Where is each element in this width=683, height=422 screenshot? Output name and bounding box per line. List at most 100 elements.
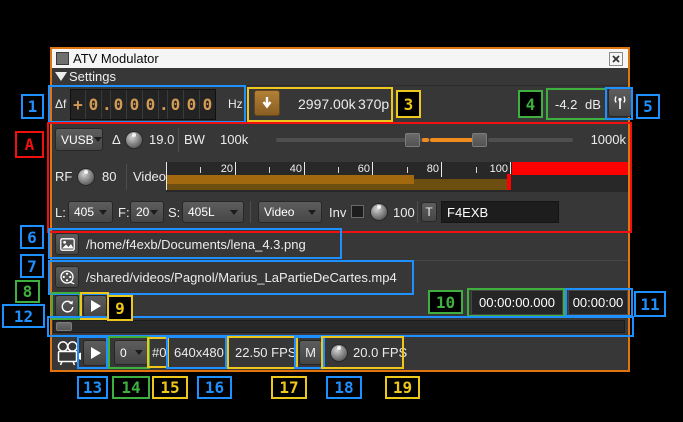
video-position-display: 00:00:00.000	[471, 290, 563, 315]
video-level-meter: 20 40 60 80 100	[166, 162, 628, 192]
opp-bw-value: 1000k	[586, 132, 626, 147]
uniform-level-dial[interactable]	[370, 203, 388, 221]
rf-power-dial[interactable]	[77, 168, 95, 186]
callout-label-16: 16	[197, 376, 232, 399]
fps-label: F:	[118, 205, 130, 220]
settings-bar[interactable]: Settings	[52, 68, 628, 86]
callout-label-1: 1	[21, 94, 44, 119]
frequency-digit[interactable]: 000	[200, 90, 215, 119]
divider	[178, 128, 179, 152]
divider	[250, 201, 251, 223]
chevron-down-icon	[99, 210, 107, 215]
rf-bw-slider-handle[interactable]	[405, 133, 420, 147]
camera-fps: 22.50 FPS	[235, 345, 296, 360]
input-source-select[interactable]: Video	[258, 201, 322, 223]
open-video-button[interactable]	[55, 266, 79, 288]
frequency-separator: .	[102, 90, 111, 119]
callout-label-7: 7	[20, 254, 44, 278]
manual-fps-toggle-button[interactable]: M	[299, 340, 322, 365]
meter-tick-label: 20	[207, 163, 233, 175]
fps-value: 20	[136, 205, 149, 219]
input-source-value: Video	[264, 205, 294, 219]
meter-tick-label: 60	[344, 163, 370, 175]
loop-icon	[60, 299, 75, 314]
overlay-text-input[interactable]	[441, 201, 559, 223]
divider	[126, 164, 127, 190]
frequency-dial[interactable]: +++ 000 . 000 000 000 . 000 000 000	[70, 89, 216, 120]
seek-slider[interactable]	[53, 320, 625, 333]
manual-fps-dial[interactable]	[330, 344, 348, 362]
points-value: 370p	[358, 96, 389, 112]
title-bar[interactable]: ATV Modulator	[52, 49, 628, 68]
camera-row: 0 #0 640x480 22.50 FPS M 20.0 FPS	[52, 336, 628, 370]
callout-label-18: 18	[326, 376, 362, 399]
callout-label-12: 12	[2, 304, 45, 328]
seek-row	[52, 319, 628, 335]
transport-row: 00:00:00.000 00:00:00	[52, 290, 628, 317]
meter-tick-label: 100	[482, 163, 508, 175]
modulation-row: VUSB Δ 19.0 BW 100k 1000k	[52, 124, 628, 158]
collapse-icon	[55, 72, 67, 81]
seek-slider-handle[interactable]	[56, 322, 72, 331]
channel-power-unit: dB	[585, 97, 601, 112]
modulation-mode-value: VUSB	[61, 133, 94, 147]
image-icon	[60, 238, 75, 251]
meter-overload-zone	[512, 162, 628, 175]
modulation-mode-select[interactable]: VUSB	[55, 128, 103, 151]
frequency-digit[interactable]: 000	[184, 90, 200, 119]
callout-label-5: 5	[636, 94, 660, 119]
frequency-digit[interactable]: 000	[168, 90, 184, 119]
chevron-down-icon	[150, 210, 158, 215]
callout-label-9: 9	[107, 295, 133, 321]
image-path: /home/f4exb/Documents/lena_4.3.png	[86, 237, 306, 252]
play-icon	[91, 300, 101, 312]
callout-label-15: 15	[152, 376, 188, 399]
chevron-down-icon	[230, 210, 238, 215]
channel-rate-value: 2997.00k	[298, 96, 356, 112]
atv-modulator-window: ATV Modulator Settings Δf +++ 000 . 000 …	[50, 47, 630, 372]
frequency-digit[interactable]: 000	[86, 90, 102, 119]
close-icon[interactable]	[609, 52, 623, 66]
uniform-level-value: 100	[393, 205, 415, 220]
camera-device-select[interactable]: 0	[114, 340, 149, 365]
divider	[417, 201, 418, 223]
frequency-sign[interactable]: +++	[71, 90, 86, 119]
frequency-digit[interactable]: 000	[143, 90, 159, 119]
play-camera-button[interactable]	[83, 340, 107, 366]
open-image-button[interactable]	[55, 233, 79, 255]
play-video-button[interactable]	[83, 295, 107, 317]
callout-label-6: 6	[20, 225, 44, 249]
callout-label-17: 17	[271, 376, 307, 399]
meter-tick-label: 40	[276, 163, 302, 175]
standard-row: L: 405 F: 20 S: 405L Video Inv 100 T	[52, 195, 628, 229]
opp-bw-slider-handle[interactable]	[472, 133, 487, 147]
callout-label-4: 4	[518, 90, 543, 118]
camera-resolution: 640x480	[174, 345, 224, 360]
rf-bw-value: 100k	[220, 132, 248, 147]
callout-label-10: 10	[428, 290, 463, 314]
callout-label-13: 13	[77, 376, 108, 399]
image-file-row: /home/f4exb/Documents/lena_4.3.png	[52, 229, 628, 261]
camera-number: #0	[152, 345, 166, 360]
tx-antenna-button[interactable]	[608, 88, 632, 117]
invert-checkbox[interactable]	[351, 205, 364, 218]
chevron-down-icon	[94, 137, 102, 142]
frequency-digit[interactable]: 000	[127, 90, 143, 119]
settings-label: Settings	[69, 69, 116, 84]
channel-downsample-button[interactable]	[254, 90, 280, 116]
standard-select[interactable]: 405L	[182, 201, 244, 223]
down-arrow-icon	[261, 96, 273, 110]
lines-select[interactable]: 405	[68, 201, 113, 223]
overlay-text-toggle-button[interactable]: T	[421, 202, 437, 222]
frequency-digit[interactable]: 000	[111, 90, 127, 119]
meter-tick-label: 80	[413, 163, 439, 175]
loop-button[interactable]	[55, 295, 79, 317]
window-title: ATV Modulator	[73, 51, 159, 66]
invert-label: Inv	[329, 205, 346, 220]
standard-value: 405L	[188, 205, 215, 219]
fps-select[interactable]: 20	[130, 201, 164, 223]
bw-label: BW	[184, 132, 205, 147]
callout-label-8: 8	[15, 280, 40, 303]
window-icon	[56, 52, 69, 65]
delta-dial[interactable]	[125, 131, 143, 149]
